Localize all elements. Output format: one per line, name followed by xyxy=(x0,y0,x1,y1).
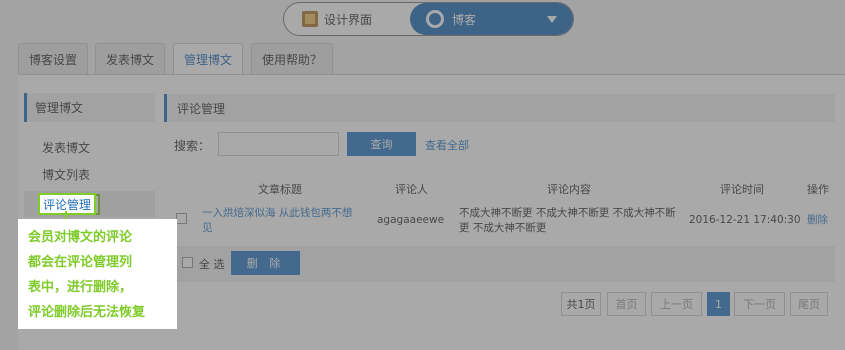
gear-icon xyxy=(426,10,444,28)
tutorial-callout: 会员对博文的评论 都会在评论管理列 表中，进行删除， 评论删除后无法恢复 xyxy=(18,219,177,329)
select-all-label: 全 选 xyxy=(199,258,225,271)
tab-label: 博客设置 xyxy=(28,52,77,67)
col-header-commenter: 评论人 xyxy=(395,183,428,196)
design-view-button[interactable]: 设计界面 xyxy=(284,3,410,35)
page-canvas: 设计界面 博客 博客设置 发表博文 管理博文 使用帮助？ 管理博文 发表博文 博… xyxy=(0,0,845,350)
row-checkbox[interactable] xyxy=(176,213,187,224)
tab-manage-posts[interactable]: 管理博文 xyxy=(173,43,243,75)
sidebar-item-publish[interactable]: 发表博文 xyxy=(24,134,155,160)
search-input[interactable] xyxy=(218,132,339,156)
select-all-checkbox[interactable] xyxy=(182,257,193,268)
page-current-button[interactable]: 1 xyxy=(707,292,730,316)
query-button[interactable]: 查询 xyxy=(347,132,416,156)
row-commenter: agagaaeewe xyxy=(377,214,445,226)
col-header-content: 评论内容 xyxy=(547,183,591,196)
col-header-action: 操作 xyxy=(807,183,829,196)
highlighted-comments-item[interactable]: 评论管理 xyxy=(38,193,97,215)
sidebar-item-post-list[interactable]: 博文列表 xyxy=(24,161,155,187)
page-last-button[interactable]: 尾页 xyxy=(790,292,828,316)
row-time: 2016-12-21 17:40:30 xyxy=(689,214,801,226)
sidebar-title: 管理博文 xyxy=(24,93,155,122)
callout-line: 评论删除后无法恢复 xyxy=(28,305,146,320)
view-all-link[interactable]: 查看全部 xyxy=(425,137,469,153)
chevron-down-icon[interactable] xyxy=(547,16,557,23)
tab-help[interactable]: 使用帮助？ xyxy=(251,43,333,74)
callout-line: 都会在评论管理列 xyxy=(28,255,133,270)
page-total: 共1页 xyxy=(561,292,601,316)
bulk-delete-button[interactable]: 删 除 xyxy=(231,251,300,275)
callout-line: 会员对博文的评论 xyxy=(28,230,133,245)
row-content: 不成大神不断更 不成大神不断更 不成大神不断更 不成大神不断更 xyxy=(459,207,676,234)
blog-view-label: 博客 xyxy=(452,12,477,27)
callout-line: 表中，进行删除， xyxy=(28,280,133,295)
tab-label: 管理博文 xyxy=(183,53,232,67)
tab-label: 使用帮助？ xyxy=(261,52,322,67)
page-next-button[interactable]: 下一页 xyxy=(734,292,785,316)
sidebar-item-label: 博文列表 xyxy=(42,167,91,182)
col-header-time: 评论时间 xyxy=(720,183,764,196)
row-title-link[interactable]: 一入烘焙深似海 从此钱包两不想见 xyxy=(202,206,362,236)
row-delete-link[interactable]: 删除 xyxy=(807,213,828,228)
page-first-button[interactable]: 首页 xyxy=(607,292,646,316)
blog-view-button[interactable]: 博客 xyxy=(410,3,573,35)
design-view-label: 设计界面 xyxy=(324,12,373,27)
search-label: 搜索： xyxy=(174,139,211,153)
design-icon xyxy=(302,11,318,27)
tab-publish-post[interactable]: 发表博文 xyxy=(95,43,165,74)
tab-blog-settings[interactable]: 博客设置 xyxy=(18,43,88,74)
sidebar-item-label: 发表博文 xyxy=(42,140,91,155)
page-title: 评论管理 xyxy=(164,94,835,122)
mode-switcher: 设计界面 博客 xyxy=(283,2,574,36)
col-header-title: 文章标题 xyxy=(258,183,302,196)
tab-label: 发表博文 xyxy=(105,52,154,67)
page-prev-button[interactable]: 上一页 xyxy=(651,292,702,316)
